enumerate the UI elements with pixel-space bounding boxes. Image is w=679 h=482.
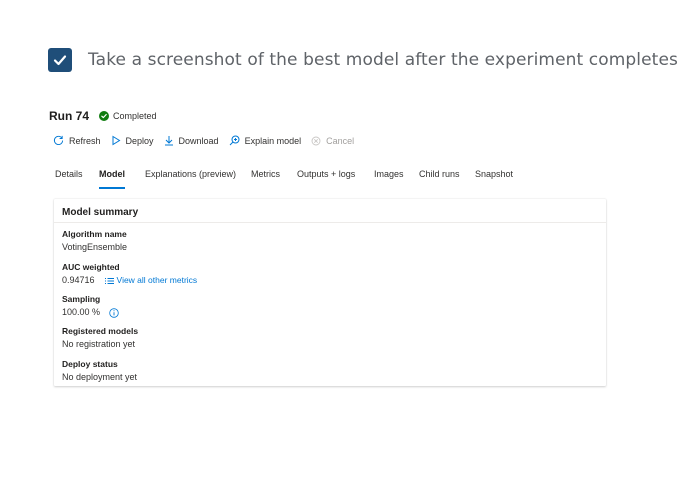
tab-explanations[interactable]: Explanations (preview): [145, 169, 236, 189]
download-label: Download: [178, 135, 219, 146]
tab-outputs-logs[interactable]: Outputs + logs: [297, 169, 355, 189]
tab-details[interactable]: Details: [55, 169, 83, 189]
explain-label: Explain model: [244, 135, 302, 146]
registered-label: Registered models: [62, 326, 139, 336]
deploy-status-field: Deploy status No deployment yet: [62, 359, 137, 384]
auc-label: AUC weighted: [62, 262, 120, 272]
deploy-button[interactable]: Deploy: [111, 135, 154, 146]
deploy-status-value: No deployment yet: [62, 372, 138, 382]
sampling-field: Sampling 100.00 %: [62, 294, 119, 319]
model-summary-card: Model summary Algorithm name VotingEnsem…: [54, 199, 606, 386]
zoom-icon: [229, 135, 240, 146]
checkmark-icon: [53, 55, 67, 66]
check-circle-icon: [99, 111, 110, 121]
algorithm-field: Algorithm name VotingEnsemble: [62, 229, 127, 254]
algorithm-value: VotingEnsemble: [62, 242, 128, 252]
list-icon: [104, 277, 114, 284]
cancel-icon: [311, 136, 321, 145]
task-checkbox[interactable]: [48, 48, 72, 72]
sampling-value: 100.00 %: [62, 307, 101, 317]
tab-images[interactable]: Images: [374, 169, 404, 189]
registered-value: No registration yet: [62, 339, 136, 349]
status-text: Completed: [113, 111, 157, 121]
explain-model-button[interactable]: Explain model: [229, 135, 302, 146]
auc-field: AUC weighted 0.94716 View all other metr…: [62, 262, 197, 287]
refresh-label: Refresh: [69, 135, 101, 146]
cancel-label: Cancel: [326, 135, 355, 146]
run-title: Run 74: [49, 109, 90, 123]
registered-models-field: Registered models No registration yet: [62, 326, 138, 351]
card-title: Model summary: [62, 207, 139, 218]
divider: [54, 222, 606, 223]
cancel-button[interactable]: Cancel: [311, 136, 354, 146]
tab-bar: Details Model Explanations (preview) Met…: [55, 169, 535, 189]
task-item: Take a screenshot of the best model afte…: [48, 48, 678, 72]
status-badge: Completed: [99, 111, 157, 121]
auc-value: 0.94716: [62, 275, 95, 285]
refresh-button[interactable]: Refresh: [53, 135, 101, 146]
tab-child-runs[interactable]: Child runs: [419, 169, 460, 189]
sampling-label: Sampling: [62, 294, 101, 304]
run-header: Run 74 Completed: [49, 109, 157, 123]
tab-snapshot[interactable]: Snapshot: [475, 169, 513, 189]
refresh-icon: [53, 135, 64, 145]
view-metrics-link[interactable]: View all other metrics: [104, 274, 198, 287]
info-icon[interactable]: [109, 307, 119, 318]
sampling-row: 100.00 %: [62, 306, 119, 319]
algorithm-label: Algorithm name: [62, 229, 127, 239]
view-metrics-label: View all other metrics: [116, 275, 198, 285]
auc-row: 0.94716 View all other metrics: [62, 274, 197, 287]
download-icon: [164, 136, 173, 146]
play-icon: [112, 135, 120, 146]
tab-model[interactable]: Model: [99, 169, 125, 189]
download-button[interactable]: Download: [164, 135, 219, 146]
deploy-status-label: Deploy status: [62, 359, 118, 369]
task-text: Take a screenshot of the best model afte…: [88, 50, 678, 70]
deploy-label: Deploy: [125, 135, 154, 146]
tab-metrics[interactable]: Metrics: [251, 169, 280, 189]
toolbar: Refresh Deploy Download Explain model Ca…: [53, 135, 364, 146]
